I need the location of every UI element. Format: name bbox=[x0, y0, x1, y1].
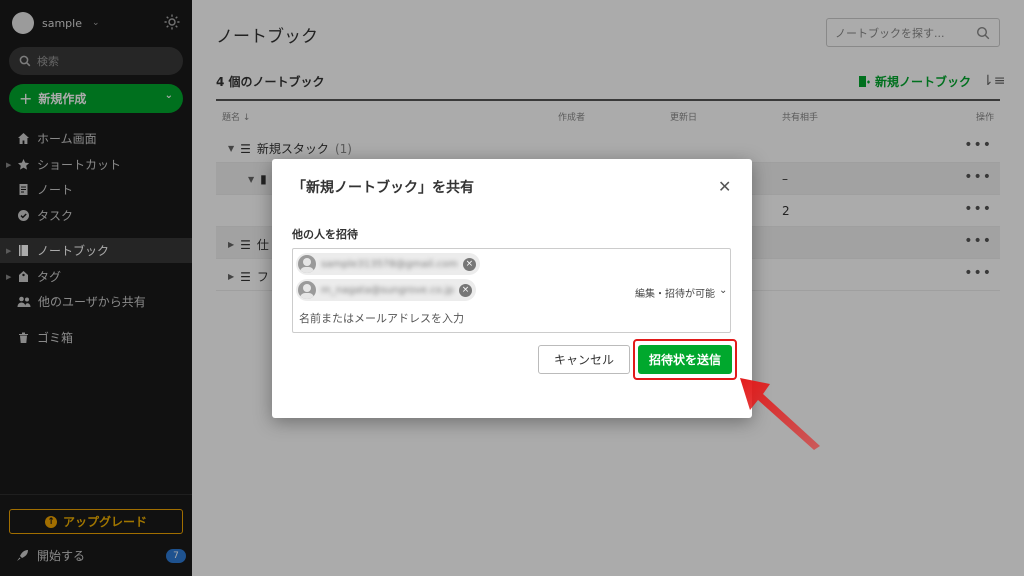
invitee-email: m_nagata@sungrove.co.jp bbox=[321, 284, 454, 296]
remove-invitee-icon[interactable]: × bbox=[462, 257, 476, 271]
invite-field[interactable]: sample313578@gmail.com × m_nagata@sungro… bbox=[292, 248, 731, 333]
permission-dropdown[interactable]: 編集・招待が可能 ⌄ bbox=[635, 285, 727, 300]
invite-label: 他の人を招待 bbox=[292, 228, 358, 241]
user-avatar-icon bbox=[298, 255, 316, 273]
dialog-title: 「新規ノートブック」を共有 bbox=[292, 180, 474, 196]
invitee-chip: m_nagata@sungrove.co.jp × bbox=[296, 279, 476, 301]
invitee-chip: sample313578@gmail.com × bbox=[296, 253, 480, 275]
chevron-down-icon: ⌄ bbox=[719, 285, 728, 296]
invite-input-placeholder: 名前またはメールアドレスを入力 bbox=[299, 312, 464, 325]
pointer-arrow-annotation bbox=[740, 378, 820, 450]
send-invitation-button[interactable]: 招待状を送信 bbox=[638, 345, 732, 374]
invitee-email: sample313578@gmail.com bbox=[321, 258, 458, 270]
close-icon[interactable]: ✕ bbox=[718, 177, 731, 196]
permission-label: 編集・招待が可能 bbox=[635, 289, 715, 300]
cancel-button[interactable]: キャンセル bbox=[538, 345, 630, 374]
remove-invitee-icon[interactable]: × bbox=[458, 283, 472, 297]
share-dialog: 「新規ノートブック」を共有 ✕ 他の人を招待 sample313578@gmai… bbox=[272, 159, 752, 418]
user-avatar-icon bbox=[298, 281, 316, 299]
